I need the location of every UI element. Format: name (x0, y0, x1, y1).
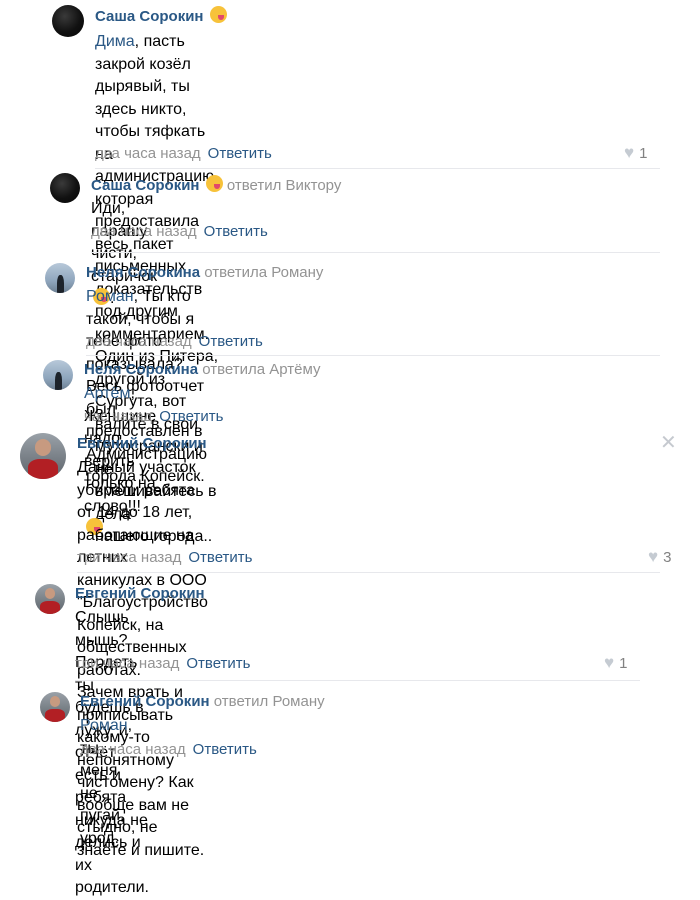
like-count: 3 (663, 549, 672, 566)
comment-timestamp[interactable]: час назад (84, 408, 152, 425)
author-name[interactable]: Саша Сорокин (95, 8, 203, 25)
author-name[interactable]: Неля Сорокина (86, 264, 200, 281)
mention-link[interactable]: Дима (95, 33, 135, 50)
avatar[interactable] (52, 5, 84, 37)
author-name[interactable]: Саша Сорокин (91, 177, 199, 194)
author-name[interactable]: Евгений Сорокин (75, 585, 205, 602)
mention-link[interactable]: Роман (80, 717, 128, 734)
comment-timestamp[interactable]: два часа назад (95, 145, 201, 162)
comment-timestamp[interactable]: два часа назад (91, 223, 197, 240)
close-icon[interactable]: ✕ (660, 433, 677, 453)
reply-button[interactable]: Ответить (188, 549, 252, 566)
reply-button[interactable]: Ответить (208, 145, 272, 162)
comment-timestamp[interactable]: два часа назад (80, 741, 186, 758)
divider (77, 572, 660, 573)
author-name[interactable]: Евгений Сорокин (77, 435, 207, 452)
heart-icon: ♥ (624, 143, 635, 162)
divider (95, 168, 660, 169)
like-count: 1 (619, 655, 628, 672)
tongue-emoji-icon (205, 175, 223, 192)
mention-link[interactable]: Артём (84, 385, 130, 402)
divider (86, 355, 660, 356)
heart-icon: ♥ (648, 547, 659, 566)
comment-timestamp[interactable]: три часа назад (77, 549, 181, 566)
reply-button[interactable]: Ответить (193, 741, 257, 758)
reply-to-label[interactable]: ответил Виктору (227, 177, 342, 194)
divider (75, 680, 640, 681)
mention-link[interactable]: Роман (86, 288, 134, 305)
avatar[interactable] (45, 263, 75, 293)
avatar[interactable] (50, 173, 80, 203)
avatar[interactable] (20, 433, 66, 479)
avatar[interactable] (40, 692, 70, 722)
divider (91, 252, 660, 253)
comment-timestamp[interactable]: три часа назад (75, 655, 179, 672)
tongue-emoji-icon (209, 6, 227, 23)
reply-to-label[interactable]: ответила Роману (204, 264, 323, 281)
like-button[interactable]: ♥ 1 (624, 143, 647, 164)
like-button[interactable]: ♥ 3 (648, 547, 671, 568)
like-button[interactable]: ♥ 1 (604, 653, 627, 674)
author-name[interactable]: Евгений Сорокин (80, 693, 210, 710)
comment-timestamp[interactable]: два часа назад (86, 333, 192, 350)
reply-button[interactable]: Ответить (186, 655, 250, 672)
avatar[interactable] (35, 584, 65, 614)
heart-icon: ♥ (604, 653, 615, 672)
reply-to-label[interactable]: ответил Роману (214, 693, 325, 710)
like-count: 1 (639, 145, 648, 162)
comment-text: , ты меня не пугай, урод. (80, 717, 133, 847)
reply-to-label[interactable]: ответила Артёму (202, 361, 320, 378)
reply-button[interactable]: Ответить (159, 408, 223, 425)
author-name[interactable]: Неля Сорокина (84, 361, 198, 378)
avatar[interactable] (43, 360, 73, 390)
reply-button[interactable]: Ответить (199, 333, 263, 350)
reply-button[interactable]: Ответить (204, 223, 268, 240)
